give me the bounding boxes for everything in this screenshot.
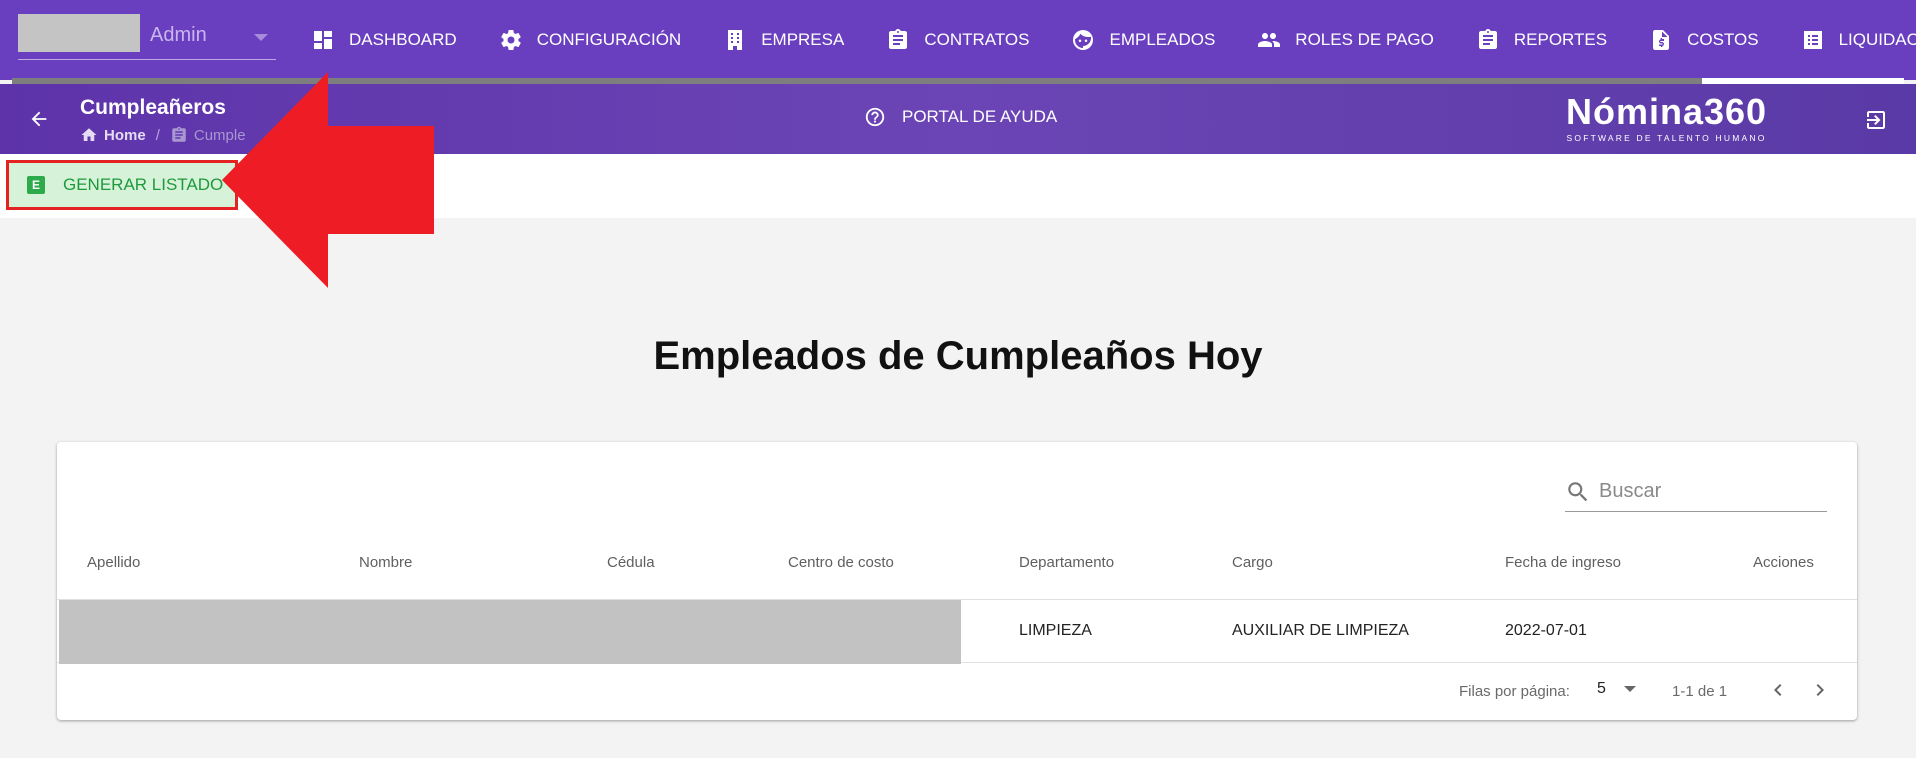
logo-tagline: SOFTWARE DE TALENTO HUMANO xyxy=(1566,133,1767,143)
logo-text: Nómina360 xyxy=(1566,91,1768,132)
nav-item-dashboard[interactable]: DASHBOARD xyxy=(290,0,478,80)
nav-item-empresa[interactable]: EMPRESA xyxy=(702,0,865,80)
nav-label: DASHBOARD xyxy=(349,30,457,49)
user-name: Admin xyxy=(150,24,207,46)
employees-table-card: Apellido Nombre Cédula Centro de costo D… xyxy=(57,442,1857,720)
chevron-down-icon xyxy=(254,34,268,41)
table-row[interactable]: LIMPIEZA AUXILIAR DE LIMPIEZA 2022-07-01 xyxy=(57,599,1857,664)
clipboard-icon xyxy=(172,126,186,142)
help-label: PORTAL DE AYUDA xyxy=(902,107,1058,126)
search-field[interactable] xyxy=(1565,472,1827,512)
nav-label: CONTRATOS xyxy=(924,30,1030,49)
main-nav: DASHBOARD CONFIGURACIÓN EMPRESA CONTRATO… xyxy=(290,0,1916,80)
clipboard-icon xyxy=(1478,29,1497,49)
column-header-fecha-de-ingreso[interactable]: Fecha de ingreso xyxy=(1505,554,1621,571)
page-title: Cumpleañeros xyxy=(80,96,226,119)
dollar-file-icon xyxy=(1653,30,1670,50)
search-input[interactable] xyxy=(1599,480,1819,503)
help-portal-link[interactable]: PORTAL DE AYUDA xyxy=(864,106,1057,128)
chevron-down-icon xyxy=(1623,686,1636,692)
nav-label: EMPLEADOS xyxy=(1109,30,1216,49)
column-header-centro-de-costo[interactable]: Centro de costo xyxy=(788,554,894,571)
building-icon xyxy=(728,30,743,50)
nav-label: CONFIGURACIÓN xyxy=(536,30,682,49)
nav-item-roles-de-pago[interactable]: ROLES DE PAGO xyxy=(1236,0,1455,80)
face-icon xyxy=(1073,30,1094,50)
rows-per-page-value: 5 xyxy=(1597,680,1606,697)
column-header-acciones: Acciones xyxy=(1753,554,1814,571)
cell-cargo: AUXILIAR DE LIMPIEZA xyxy=(1232,622,1409,639)
excel-icon: E xyxy=(27,176,45,194)
people-icon xyxy=(1258,33,1281,47)
breadcrumb-home[interactable]: Home xyxy=(104,127,146,144)
nav-label: REPORTES xyxy=(1513,30,1608,49)
nav-item-liquidaciones[interactable]: LIQUIDACIONES xyxy=(1780,0,1916,80)
column-header-apellido[interactable]: Apellido xyxy=(87,554,140,571)
dashboard-icon xyxy=(314,31,332,49)
pagination-range: 1-1 de 1 xyxy=(1672,683,1728,700)
section-heading: Empleados de Cumpleaños Hoy xyxy=(653,334,1263,378)
breadcrumb: Home / Cumple xyxy=(80,126,246,144)
logo: Nómina360 SOFTWARE DE TALENTO HUMANO xyxy=(1566,92,1767,144)
avatar xyxy=(18,14,140,52)
rows-per-page-label: Filas por página: xyxy=(1459,683,1570,700)
column-header-nombre[interactable]: Nombre xyxy=(359,554,412,571)
cell-fecha-de-ingreso: 2022-07-01 xyxy=(1505,622,1587,639)
breadcrumb-separator: / xyxy=(155,126,160,144)
nav-label: COSTOS xyxy=(1687,30,1759,49)
generate-list-label: GENERAR LISTADO xyxy=(63,175,224,194)
back-arrow-icon[interactable] xyxy=(28,108,50,130)
nav-item-empleados[interactable]: EMPLEADOS xyxy=(1050,0,1236,80)
cell-departamento: LIMPIEZA xyxy=(1019,622,1092,639)
column-header-cedula[interactable]: Cédula xyxy=(607,554,655,571)
previous-page-icon[interactable] xyxy=(1766,678,1790,702)
generate-list-button[interactable]: E GENERAR LISTADO xyxy=(6,160,238,210)
search-icon xyxy=(1568,481,1588,501)
top-navbar: Admin DASHBOARD CONFIGURACIÓN EMPRESA CO… xyxy=(0,0,1916,80)
nav-item-configuracion[interactable]: CONFIGURACIÓN xyxy=(478,0,703,80)
column-header-departamento[interactable]: Departamento xyxy=(1019,554,1114,571)
nav-item-costos[interactable]: COSTOS xyxy=(1628,0,1779,80)
annotation-arrow xyxy=(222,72,434,288)
help-icon xyxy=(865,107,885,127)
list-icon xyxy=(1803,31,1822,49)
rows-per-page-select[interactable]: 5 xyxy=(1597,680,1636,698)
nav-item-reportes[interactable]: REPORTES xyxy=(1455,0,1628,80)
nav-label: EMPRESA xyxy=(761,30,845,49)
logout-icon[interactable] xyxy=(1864,108,1888,132)
nav-label: LIQUIDACIONES xyxy=(1838,30,1916,49)
nav-item-contratos[interactable]: CONTRATOS xyxy=(865,0,1050,80)
nav-label: ROLES DE PAGO xyxy=(1295,30,1434,49)
column-header-cargo[interactable]: Cargo xyxy=(1232,554,1273,571)
user-selector[interactable]: Admin xyxy=(18,14,276,60)
next-page-icon[interactable] xyxy=(1808,678,1832,702)
home-icon xyxy=(81,128,97,141)
clipboard-icon xyxy=(889,29,908,49)
gear-icon xyxy=(500,30,521,51)
redacted-cells xyxy=(59,600,961,664)
